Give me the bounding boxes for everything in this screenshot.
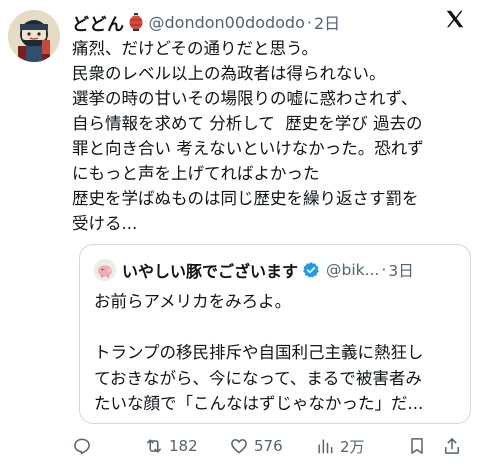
share-icon xyxy=(445,438,459,454)
views-button[interactable]: 2万 xyxy=(315,436,407,457)
quoted-tweet-time: 3日 xyxy=(388,262,414,280)
like-button[interactable]: 576 xyxy=(229,436,315,456)
quoted-tweet[interactable]: いやしい豚でございます @bik... · 3日 お前らアメリカをみろよ。 トラ… xyxy=(79,244,471,424)
quoted-tweet-text: お前らアメリカをみろよ。 トランプの移民排斥や自国利己主義に熱狂し ておきながら… xyxy=(94,292,424,413)
tweet-time[interactable]: 2日 xyxy=(314,10,340,34)
tweet-header: どどん @dondon00dododo · 2日 xyxy=(72,8,470,36)
author-name[interactable]: どどん xyxy=(72,10,125,35)
tweet-text: 痛烈、だけどその通りだと思う。 民衆のレベル以上の為政者は得られない。 選挙の時… xyxy=(72,39,424,233)
retweet-count: 182 xyxy=(169,437,198,455)
quoted-author-avatar[interactable] xyxy=(94,259,116,281)
reply-button[interactable] xyxy=(72,436,144,456)
x-logo-icon[interactable] xyxy=(444,8,466,30)
quoted-tweet-header: いやしい豚でございます @bik... · 3日 xyxy=(94,257,460,283)
bookmark-icon xyxy=(411,438,423,454)
bookmark-button[interactable] xyxy=(407,436,442,456)
lantern-emoji-icon xyxy=(129,13,143,31)
views-icon xyxy=(318,439,333,454)
quoted-author-handle: @bik... xyxy=(326,261,380,279)
retweet-icon xyxy=(147,439,161,453)
tweet-actions: 182 576 2万 xyxy=(72,432,472,460)
retweet-button[interactable]: 182 xyxy=(144,436,229,456)
reply-icon xyxy=(74,438,90,455)
verified-badge-icon xyxy=(302,261,320,279)
quoted-author-name: いやしい豚でございます xyxy=(122,262,299,281)
like-count: 576 xyxy=(254,437,283,455)
author-handle[interactable]: @dondon00dododo xyxy=(149,13,305,32)
views-count: 2万 xyxy=(340,437,365,456)
author-avatar[interactable] xyxy=(8,10,60,62)
separator-dot: · xyxy=(306,12,312,32)
quoted-separator-dot: · xyxy=(381,261,387,279)
heart-icon xyxy=(231,439,247,454)
share-button[interactable] xyxy=(442,436,466,456)
